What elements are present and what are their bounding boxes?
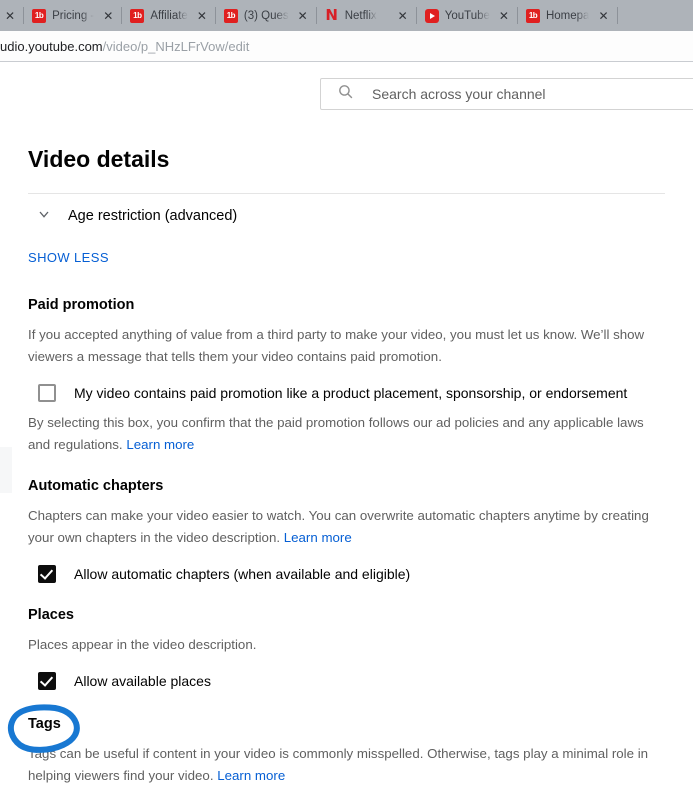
browser-tab-netflix[interactable]: N Netflix ✕ (317, 0, 416, 31)
section-places: Places Places appear in the video descri… (28, 587, 665, 690)
url-path: /video/p_NHzLFrVow/edit (103, 39, 250, 54)
browser-tab-homepage[interactable]: 1b Homepa ✕ (518, 0, 617, 31)
page-title: Video details (28, 126, 665, 193)
section-description: Places appear in the video description. (28, 634, 665, 656)
section-title: Places (28, 607, 665, 623)
learn-more-link[interactable]: Learn more (126, 437, 194, 452)
address-bar-url: udio.youtube.com/video/p_NHzLFrVow/edit (0, 39, 249, 54)
tab-close-icon[interactable]: ✕ (395, 10, 411, 22)
section-description: If you accepted anything of value from a… (28, 324, 665, 368)
video-details-content: Video details Age restriction (advanced)… (0, 126, 693, 787)
apps-grid-icon (624, 8, 639, 23)
browser-tab-partial[interactable]: ✕ (0, 0, 23, 31)
section-description: Tags can be useful if content in your vi… (28, 743, 665, 787)
tab-title: Homepa (546, 10, 589, 22)
tab-title: Netflix (345, 10, 377, 22)
age-restriction-label: Age restriction (advanced) (68, 208, 237, 224)
learn-more-link[interactable]: Learn more (284, 530, 352, 545)
learn-more-link[interactable]: Learn more (217, 768, 285, 783)
browser-tab-strip: ✕ 1b Pricing - ✕ 1b Affiliate ✕ 1b (3) Q… (0, 0, 693, 31)
netflix-icon: N (325, 9, 339, 23)
tab-title: Pricing - (52, 10, 94, 22)
search-placeholder: Search across your channel (372, 86, 546, 102)
browser-tab-affiliate[interactable]: 1b Affiliate ✕ (122, 0, 215, 31)
section-title: Paid promotion (28, 297, 665, 313)
search-icon (337, 83, 354, 105)
brand-1b-icon: 1b (32, 9, 46, 23)
show-less-button[interactable]: SHOW LESS (28, 238, 109, 281)
section-description: Chapters can make your video easier to w… (28, 505, 665, 549)
youtube-studio-page: Search across your channel Video details… (0, 62, 693, 800)
places-checkbox[interactable] (38, 672, 56, 690)
studio-header: Search across your channel (0, 62, 693, 126)
search-input[interactable]: Search across your channel (320, 78, 693, 110)
description-text: Tags can be useful if content in your vi… (28, 746, 648, 783)
url-host: udio.youtube.com (0, 39, 103, 54)
section-title: Automatic chapters (28, 478, 665, 494)
automatic-chapters-checkbox[interactable] (38, 565, 56, 583)
tab-close-icon[interactable]: ✕ (295, 10, 311, 22)
browser-tab-youtube[interactable]: YouTube ✕ (417, 0, 517, 31)
section-automatic-chapters: Automatic chapters Chapters can make you… (28, 456, 665, 583)
places-checkbox-label: Allow available places (74, 673, 211, 689)
automatic-chapters-checkbox-row[interactable]: Allow automatic chapters (when available… (28, 565, 665, 583)
browser-chrome: ✕ 1b Pricing - ✕ 1b Affiliate ✕ 1b (3) Q… (0, 0, 693, 62)
tab-close-icon[interactable]: ✕ (194, 10, 210, 22)
tags-section-title: Tags (28, 716, 665, 732)
browser-tab-apps[interactable] (618, 0, 644, 31)
browser-address-bar[interactable]: udio.youtube.com/video/p_NHzLFrVow/edit (0, 31, 693, 62)
tab-close-icon[interactable]: ✕ (595, 10, 611, 22)
age-restriction-row[interactable]: Age restriction (advanced) (28, 194, 665, 238)
automatic-chapters-checkbox-label: Allow automatic chapters (when available… (74, 566, 410, 582)
paid-promotion-checkbox-label: My video contains paid promotion like a … (74, 385, 627, 401)
brand-1b-icon: 1b (130, 9, 144, 23)
paid-promotion-checkbox-row[interactable]: My video contains paid promotion like a … (28, 384, 665, 402)
paid-promotion-checkbox[interactable] (38, 384, 56, 402)
brand-1b-icon: 1b (526, 9, 540, 23)
youtube-icon (425, 9, 439, 23)
paid-promotion-fineprint: By selecting this box, you confirm that … (28, 412, 648, 456)
tab-title: Affiliate (150, 10, 188, 22)
tab-close-icon[interactable]: ✕ (2, 10, 18, 22)
tab-close-icon[interactable]: ✕ (496, 10, 512, 22)
browser-tab-pricing[interactable]: 1b Pricing - ✕ (24, 0, 121, 31)
tab-close-icon[interactable]: ✕ (100, 10, 116, 22)
section-paid-promotion: Paid promotion If you accepted anything … (28, 281, 665, 456)
tab-title: (3) Ques (244, 10, 289, 22)
fineprint-text: By selecting this box, you confirm that … (28, 415, 644, 452)
browser-tab-questions[interactable]: 1b (3) Ques ✕ (216, 0, 316, 31)
places-checkbox-row[interactable]: Allow available places (28, 672, 665, 690)
tab-title: YouTube (445, 10, 490, 22)
brand-1b-icon: 1b (224, 9, 238, 23)
section-tags: Tags Tags can be useful if content in yo… (28, 694, 665, 787)
chevron-down-icon (36, 206, 52, 227)
scroll-edge-hint (0, 447, 12, 493)
